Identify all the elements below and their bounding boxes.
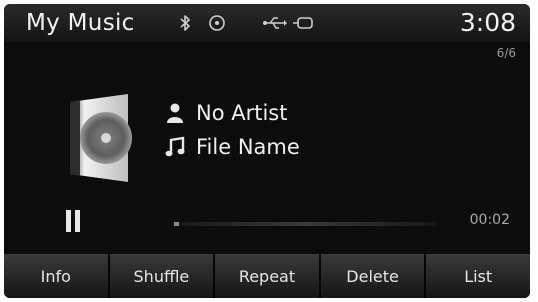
aux-icon (293, 17, 313, 29)
file-name-row: File Name (164, 134, 300, 160)
repeat-button[interactable]: Repeat (215, 254, 321, 298)
album-art (70, 94, 132, 182)
track-position: 6/6 (496, 46, 516, 60)
artist-name: No Artist (196, 101, 288, 125)
clock: 3:08 (459, 8, 516, 37)
person-icon (167, 103, 183, 123)
shuffle-button[interactable]: Shuffle (109, 254, 216, 298)
disc-icon (209, 15, 225, 31)
music-screen: My Music 3:08 6/6 No Artist File Name 00… (4, 4, 530, 298)
progress-fill (174, 222, 180, 226)
pause-icon[interactable] (66, 210, 80, 232)
info-button[interactable]: Info (4, 254, 110, 298)
file-name: File Name (196, 135, 300, 159)
page-title: My Music (26, 10, 135, 36)
bluetooth-icon (180, 15, 190, 31)
artist-row: No Artist (164, 100, 287, 126)
softkey-bar: Info Shuffle Repeat Delete List (4, 254, 530, 298)
status-bar: My Music 3:08 (4, 4, 530, 42)
list-button[interactable]: List (426, 254, 530, 298)
delete-button[interactable]: Delete (320, 254, 427, 298)
music-note-icon (165, 136, 185, 157)
usb-icon (263, 17, 287, 29)
progress-bar[interactable] (174, 222, 436, 226)
elapsed-time: 00:02 (469, 212, 510, 228)
